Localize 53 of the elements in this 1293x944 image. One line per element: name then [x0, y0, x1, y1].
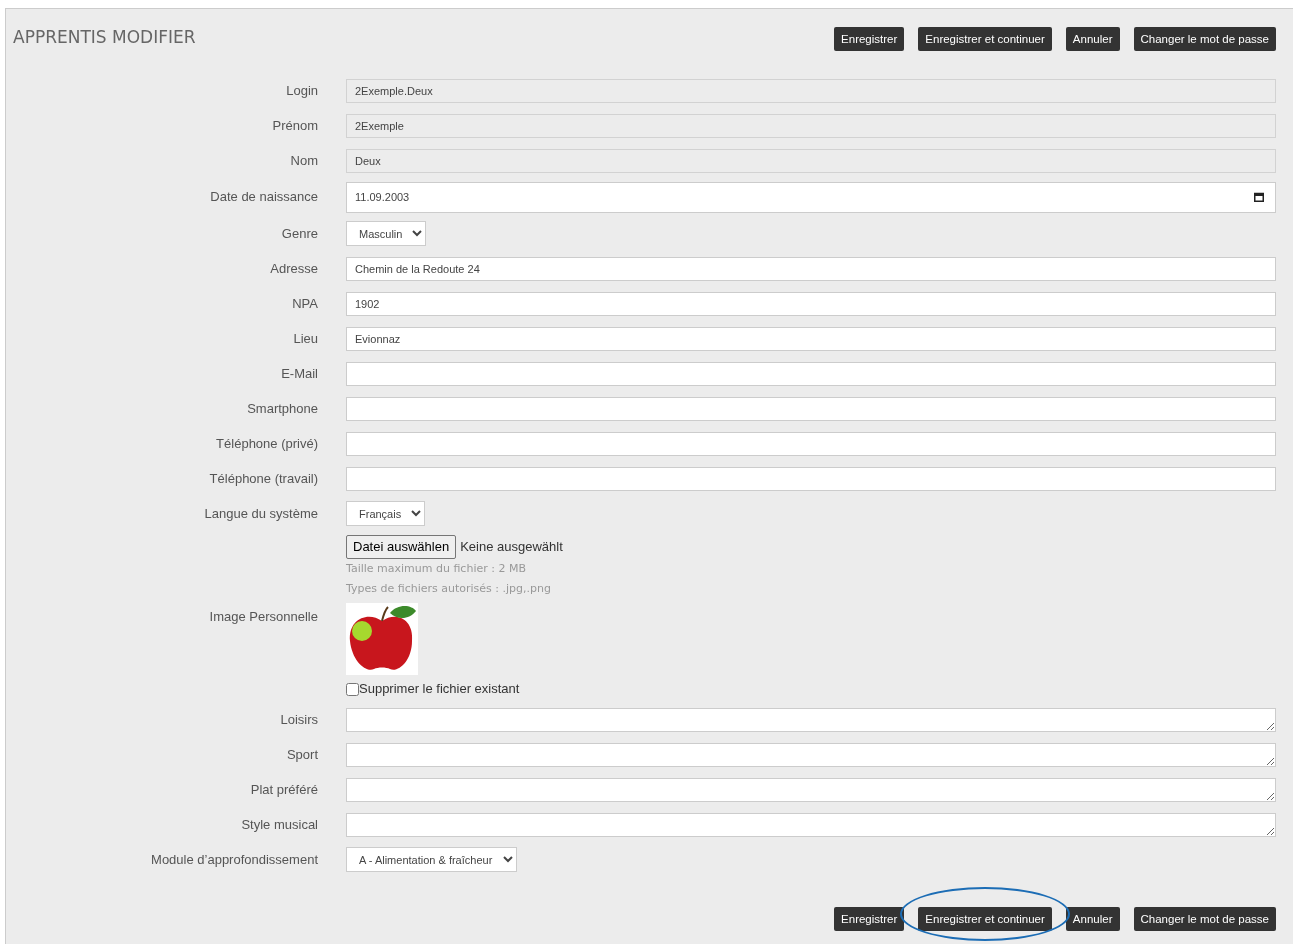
toolbar-button[interactable]: Changer le mot de passe — [1133, 907, 1276, 931]
text-field[interactable] — [346, 362, 1276, 386]
checkbox[interactable] — [346, 683, 359, 697]
text-area[interactable] — [346, 777, 1276, 802]
field-label: Sport — [285, 745, 318, 764]
page-title: APPRENTIS MODIFIER — [13, 26, 196, 49]
toolbar-button[interactable]: Changer le mot de passe — [1133, 27, 1276, 51]
text-field[interactable]: Chemin de la Redoute 24 — [346, 257, 1276, 281]
toolbar-button[interactable]: Enregistrer et continuer — [918, 27, 1052, 51]
text-field[interactable]: 2Exemple — [346, 114, 1276, 138]
field-label: Smartphone — [246, 399, 318, 418]
text-field[interactable] — [346, 432, 1276, 456]
field-label: Module d’approfondissement — [150, 850, 318, 869]
field-label: Lieu — [292, 329, 318, 348]
calendar-icon[interactable] — [1254, 191, 1264, 202]
field-label: NPA — [291, 294, 318, 313]
date-field[interactable]: 11.09.2003 — [346, 181, 1276, 213]
text-area[interactable] — [346, 812, 1276, 837]
field-label: Style musical — [240, 815, 318, 834]
text-field[interactable]: 2Exemple.Deux — [346, 79, 1276, 103]
text-area[interactable] — [346, 742, 1276, 767]
file-hint-text: Types de fichiers autorisés : .jpg,.png — [346, 580, 552, 597]
field-label: Login — [285, 81, 318, 100]
text-field[interactable]: Evionnaz — [346, 327, 1276, 351]
text-area[interactable] — [346, 707, 1276, 732]
field-label: Adresse — [269, 259, 318, 278]
file-hint-text: Taille maximum du fichier : 2 MB — [346, 560, 527, 577]
toolbar-button[interactable]: Enregistrer et continuer — [918, 907, 1052, 931]
field-label: Téléphone (travail) — [208, 469, 318, 488]
text-field[interactable]: Deux — [346, 149, 1276, 173]
dropdown[interactable]: A - Alimentation & fraîcheur — [346, 847, 517, 873]
file-choose-button[interactable]: Datei auswählen — [346, 535, 457, 559]
field-label: Genre — [280, 224, 318, 243]
field-label: Nom — [289, 151, 318, 170]
field-label: Loisirs — [279, 710, 318, 729]
field-label: E-Mail — [280, 364, 318, 383]
toolbar-button[interactable]: Annuler — [1065, 27, 1120, 51]
dropdown[interactable]: Masculin — [346, 221, 426, 247]
checkbox-label: Supprimer le fichier existant — [359, 679, 520, 698]
file-status-text: Keine ausgewählt — [460, 538, 563, 556]
field-label: Date de naissance — [209, 188, 318, 207]
text-field[interactable] — [346, 397, 1276, 421]
field-label: Téléphone (privé) — [215, 434, 318, 453]
text-field[interactable] — [346, 467, 1276, 491]
toolbar-button[interactable]: Enregistrer — [834, 907, 905, 931]
dropdown[interactable]: Français — [346, 501, 425, 527]
field-label: Langue du système — [203, 504, 318, 523]
field-label: Prénom — [271, 116, 318, 135]
toolbar-button[interactable]: Annuler — [1065, 907, 1120, 931]
text-field[interactable]: 1902 — [346, 292, 1276, 316]
toolbar-button[interactable]: Enregistrer — [834, 27, 905, 51]
field-label: Image Personnelle — [208, 607, 318, 626]
field-label: Plat préféré — [249, 780, 318, 799]
